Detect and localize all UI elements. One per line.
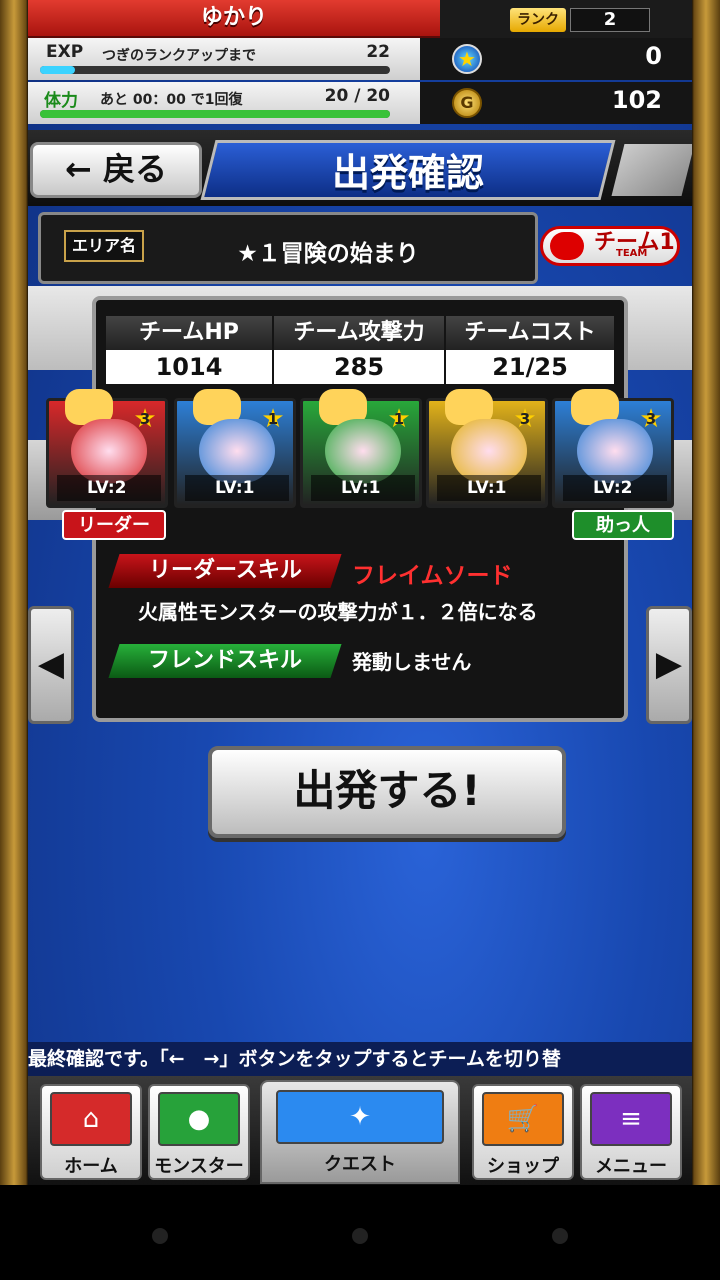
stat-cost-label: チームコスト [446, 316, 614, 350]
exp-row: EXP つぎのランクアップまで 22 ★ 0 [28, 38, 692, 80]
exp-text: つぎのランクアップまで [102, 48, 256, 64]
stamina-bar [40, 110, 390, 118]
friend-skill-description: 発動しません [352, 650, 472, 674]
stat-attack-label: チーム攻撃力 [274, 316, 444, 350]
stamina-panel: 体力 あと 00：00 で1回復 20 / 20 [28, 82, 420, 124]
gold-count: 102 [611, 86, 662, 114]
game-screen: ゆかり ランク 2 EXP つぎのランクアップまで 22 ★ 0 体力 あと 0… [28, 0, 692, 1185]
stars-panel: ★ 0 [420, 38, 692, 80]
monster-rarity: 3 [645, 410, 657, 428]
stat-cost: チームコスト 21/25 [446, 316, 614, 384]
nav-item[interactable]: ✦ クエスト [268, 1084, 452, 1180]
nav-item[interactable]: ● モンスター [148, 1084, 250, 1180]
monster-level: LV:2 [57, 475, 161, 501]
star-icon: ★ [452, 44, 482, 74]
nav-label: クエスト [324, 1154, 396, 1175]
stamina-value: 20 / 20 [324, 86, 390, 106]
monster-level: LV:2 [563, 475, 667, 501]
rank-value: 2 [570, 8, 650, 32]
stat-hp-value: 1014 [106, 350, 272, 384]
nav-icon: ● [158, 1092, 240, 1146]
nav-item[interactable]: ≡ メニュー [580, 1084, 682, 1180]
stat-hp-label: チームHP [106, 316, 272, 350]
monster-rarity: 3 [519, 410, 531, 428]
exp-value: 22 [366, 42, 390, 62]
info-ticker: 最終確認です。「← →」ボタンをタップするとチームを切り替 [28, 1042, 692, 1076]
nav-label: モンスター [154, 1156, 244, 1177]
area-name: ★１冒険の始まり [237, 241, 419, 267]
stat-cost-value: 21/25 [446, 350, 614, 384]
monster-card[interactable]: ★ 1 LV:1 [174, 389, 296, 508]
rank-label: ランク [510, 8, 566, 32]
nav-item[interactable]: ⌂ ホーム [40, 1084, 142, 1180]
monster-rarity: 1 [267, 410, 279, 428]
leader-tag: リーダー [62, 510, 166, 540]
prev-team-arrow[interactable]: ◀ [28, 606, 74, 724]
system-back-dot[interactable] [152, 1228, 168, 1244]
area-badge-label: エリア名 [64, 230, 144, 262]
monster-level: LV:1 [311, 475, 415, 501]
leader-skill-label: リーダースキル [108, 554, 342, 588]
title-decoration [611, 144, 692, 196]
system-home-dot[interactable] [352, 1228, 368, 1244]
team-icon [550, 232, 584, 260]
monster-card[interactable]: ★ 3 LV:2 [552, 389, 674, 508]
stamina-label: 体力 [44, 91, 78, 111]
stars-count: 0 [645, 42, 662, 70]
nav-icon: 🛒 [482, 1092, 564, 1146]
nav-item[interactable]: 🛒 ショップ [472, 1084, 574, 1180]
monster-rarity: 3 [139, 410, 151, 428]
leader-skill-description: 火属性モンスターの攻撃力が１．２倍になる [138, 600, 538, 624]
nav-icon: ⌂ [50, 1092, 132, 1146]
monster-card[interactable]: ★ 3 LV:2 [46, 389, 168, 508]
gold-panel: G 102 [420, 82, 692, 124]
exp-bar [40, 66, 390, 74]
exp-label: EXP [46, 42, 84, 62]
stat-attack: チーム攻撃力 285 [274, 316, 444, 384]
system-recent-dot[interactable] [552, 1228, 568, 1244]
exp-bar-fill [40, 66, 75, 74]
stat-hp: チームHP 1014 [106, 316, 272, 384]
monster-card[interactable]: ★ 1 LV:1 [300, 389, 422, 508]
area-badge: エリア名 [42, 220, 166, 272]
gold-coin-icon: G [452, 88, 482, 118]
nav-label: メニュー [595, 1156, 667, 1177]
nav-label: ショップ [487, 1156, 559, 1177]
nav-label: ホーム [64, 1156, 118, 1177]
exp-panel: EXP つぎのランクアップまで 22 [28, 38, 420, 80]
team-sub-label: TEAM [616, 248, 648, 259]
stamina-row: 体力 あと 00：00 で1回復 20 / 20 G 102 [28, 82, 692, 124]
depart-button[interactable]: 出発する! [208, 746, 566, 838]
player-name-bar: ゆかり [28, 0, 440, 38]
title-bar: ← 戻る 出発確認 [28, 130, 692, 206]
team-selector[interactable]: チーム1 TEAM [540, 222, 690, 274]
stat-attack-value: 285 [274, 350, 444, 384]
leader-skill-name: フレイムソード [352, 563, 513, 589]
stamina-bar-fill [40, 110, 390, 118]
team-stats: チームHP 1014 チーム攻撃力 285 チームコスト 21/25 [106, 316, 614, 384]
bottom-nav: ⌂ ホーム ● モンスター ✦ クエスト 🛒 ショップ ≡ メニュー [28, 1076, 692, 1185]
nav-icon: ≡ [590, 1092, 672, 1146]
player-name: ゆかり [200, 5, 267, 30]
nav-icon: ✦ [276, 1090, 444, 1144]
monster-level: LV:1 [185, 475, 289, 501]
page-title: 出発確認 [331, 151, 484, 195]
next-team-arrow[interactable]: ▶ [646, 606, 692, 724]
monster-level: LV:1 [437, 475, 541, 501]
rank-bar: ランク 2 [440, 0, 692, 38]
stamina-text: あと 00：00 で1回復 [100, 92, 243, 108]
monster-rarity: 1 [393, 410, 405, 428]
friend-skill-label: フレンドスキル [108, 644, 342, 678]
monster-card[interactable]: ★ 3 LV:1 [426, 389, 548, 508]
helper-tag: 助っ人 [572, 510, 674, 540]
back-button[interactable]: ← 戻る [30, 142, 202, 198]
